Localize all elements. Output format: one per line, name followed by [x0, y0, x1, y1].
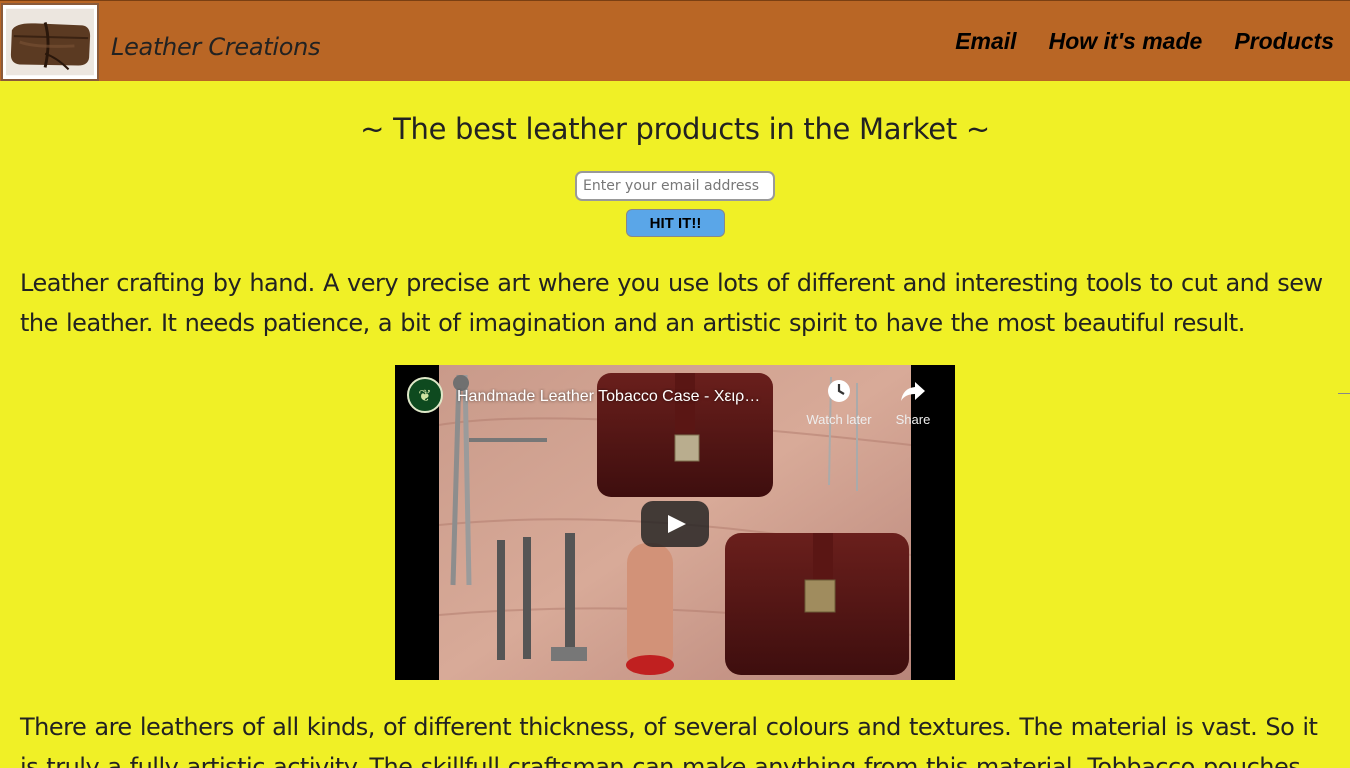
watch-later-button[interactable]: Watch later	[799, 377, 879, 427]
brand-name: Leather Creations	[111, 33, 321, 61]
nav-link-products[interactable]: Products	[1234, 28, 1334, 55]
nav-link-email[interactable]: Email	[955, 28, 1016, 55]
watch-later-label: Watch later	[806, 412, 872, 427]
logo-image[interactable]	[1, 3, 99, 81]
share-label: Share	[895, 412, 931, 427]
clock-icon	[799, 377, 879, 405]
play-icon	[668, 515, 686, 533]
nav-link-how-its-made[interactable]: How it's made	[1049, 28, 1203, 55]
main-nav: Email How it's made Products	[955, 28, 1334, 55]
leather-pouch-logo	[6, 8, 94, 76]
video-title[interactable]: Handmade Leather Tobacco Case - Χειρ…	[457, 388, 797, 406]
materials-paragraph: There are leathers of all kinds, of diff…	[20, 713, 1318, 768]
email-field[interactable]	[575, 171, 775, 201]
youtube-video-player[interactable]: ❦ Handmade Leather Tobacco Case - Χειρ… …	[395, 365, 955, 680]
intro-paragraph: Leather crafting by hand. A very precise…	[20, 269, 1323, 337]
share-arrow-icon	[873, 377, 953, 405]
site-header: Leather Creations Email How it's made Pr…	[0, 0, 1350, 81]
scrollbar-marker	[1338, 393, 1350, 394]
page-tagline: ~ The best leather products in the Marke…	[360, 112, 990, 146]
share-button[interactable]: Share	[873, 377, 953, 427]
play-button[interactable]	[641, 501, 709, 547]
submit-email-button[interactable]: HIT IT!!	[626, 209, 725, 237]
channel-avatar[interactable]: ❦	[407, 377, 443, 413]
